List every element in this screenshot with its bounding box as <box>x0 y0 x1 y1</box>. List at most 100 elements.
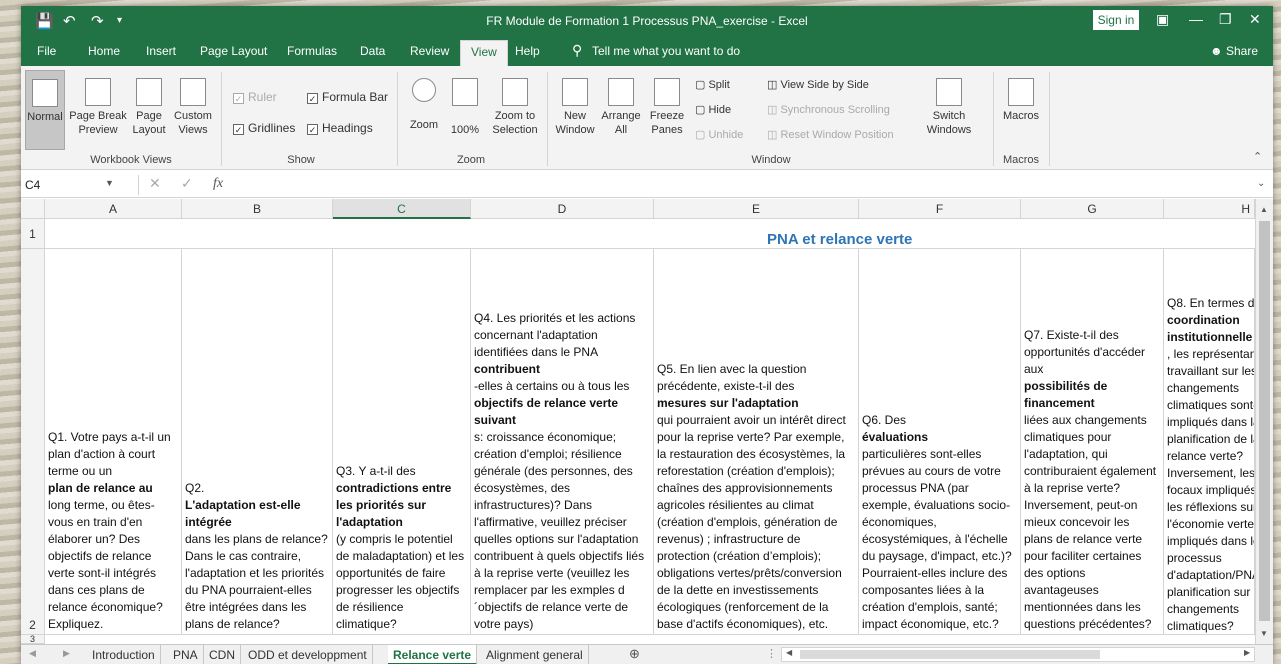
column-header-g[interactable]: G <box>1021 199 1164 219</box>
sheet-tab-relance-verte[interactable]: Relance verte <box>388 645 478 664</box>
next-sheet-icon[interactable]: ▶ <box>63 648 70 659</box>
tab-view[interactable]: View <box>460 40 508 66</box>
column-header-b[interactable]: B <box>182 199 333 219</box>
show-group-label: Show <box>287 154 315 166</box>
formula-bar-checkbox[interactable]: ✓ Formula Bar <box>307 90 388 104</box>
ruler-checkbox[interactable]: ✓ Ruler <box>233 90 277 104</box>
zoom-100-button[interactable]: 100% <box>447 78 483 137</box>
minimize-icon[interactable]: — <box>1189 11 1203 27</box>
view-side-by-side-button[interactable]: ◫ View Side by Side <box>767 78 869 91</box>
sheet-tab-pna[interactable]: PNA <box>168 645 204 664</box>
tell-me-input[interactable]: Tell me what you want to do <box>592 44 740 58</box>
cell-e2[interactable]: Q5. En lien avec la question précédente,… <box>654 249 859 635</box>
tab-page-layout[interactable]: Page Layout <box>200 44 267 58</box>
split-button[interactable]: ▢ Split <box>695 78 730 91</box>
custom-views-button[interactable]: Custom Views <box>171 78 215 137</box>
add-sheet-icon[interactable]: ⊕ <box>629 646 640 662</box>
page-layout-view-button[interactable]: Page Layout <box>129 78 169 137</box>
column-header-d[interactable]: D <box>471 199 654 219</box>
formula-input[interactable] <box>257 175 1257 195</box>
horizontal-scroll-thumb[interactable] <box>800 650 1100 659</box>
headings-checkbox[interactable]: ✓ Headings <box>307 121 373 135</box>
tab-file[interactable]: File <box>37 44 56 58</box>
cell-g2[interactable]: Q7. Existe-t-il des opportunités d'accéd… <box>1021 249 1164 635</box>
collapse-ribbon-icon[interactable]: ⌃ <box>1253 150 1262 163</box>
freeze-panes-button[interactable]: Freeze Panes <box>645 78 689 137</box>
headings-label: Headings <box>322 121 373 135</box>
column-header-a[interactable]: A <box>45 199 182 219</box>
cell-a2[interactable]: Q1. Votre pays a-t-il un plan d'action à… <box>45 249 182 635</box>
checkbox-box: ✓ <box>307 124 318 135</box>
restore-icon[interactable]: ❐ <box>1219 11 1232 28</box>
name-box[interactable]: C4 <box>21 175 139 195</box>
zoom-button[interactable]: Zoom <box>405 78 443 132</box>
normal-view-button[interactable]: Normal <box>25 70 65 150</box>
column-header-h[interactable]: H <box>1164 199 1255 219</box>
arrange-all-button[interactable]: Arrange All <box>601 78 641 137</box>
close-icon[interactable]: ✕ <box>1249 11 1261 28</box>
new-window-button[interactable]: New Window <box>553 78 597 137</box>
row-header-3[interactable]: 3 <box>21 635 45 644</box>
checkbox-box: ✓ <box>307 93 318 104</box>
enter-icon[interactable]: ✓ <box>181 175 193 192</box>
gridlines-checkbox[interactable]: ✓ Gridlines <box>233 121 295 135</box>
share-button[interactable]: ☻ Share <box>1210 44 1258 58</box>
cell-f2[interactable]: Q6. Des évaluations particulières sont-e… <box>859 249 1021 635</box>
new-window-icon <box>562 78 588 106</box>
insert-function-icon[interactable]: fx <box>213 176 223 192</box>
cell-text: particulières sont-elles prévues au cour… <box>862 447 1012 631</box>
switch-windows-button[interactable]: Switch Windows <box>921 78 977 137</box>
row-header-1[interactable]: 1 <box>21 219 45 249</box>
macros-button[interactable]: Macros <box>999 78 1043 123</box>
excel-window: 💾 ↶ ↷ ▾ FR Module de Formation 1 Process… <box>21 6 1273 664</box>
sheet-heading[interactable]: PNA et relance verte <box>767 231 912 248</box>
cell-h2[interactable]: Q8. En termes de coordination institutio… <box>1164 249 1255 635</box>
expand-formula-bar-icon[interactable]: ⌄ <box>1257 178 1265 189</box>
unhide-button[interactable]: ▢ Unhide <box>695 128 743 141</box>
cell-c2[interactable]: Q3. Y a-t-il des contradictions entre le… <box>333 249 471 635</box>
column-header-f[interactable]: F <box>859 199 1021 219</box>
ribbon-display-icon[interactable]: ▣ <box>1156 11 1169 28</box>
sign-in-button[interactable]: Sign in <box>1093 10 1139 30</box>
column-header-c[interactable]: C <box>333 199 471 219</box>
normal-label: Normal <box>27 111 63 123</box>
synchronous-scrolling-button[interactable]: ◫ Synchronous Scrolling <box>767 103 890 116</box>
scroll-right-icon[interactable]: ▶ <box>1244 648 1250 657</box>
reset-window-position-button[interactable]: ◫ Reset Window Position <box>767 128 894 141</box>
sheet-tab-alignment-general[interactable]: Alignment general <box>481 645 589 664</box>
scroll-up-icon[interactable]: ▲ <box>1260 205 1268 214</box>
tab-home[interactable]: Home <box>88 44 120 58</box>
tab-help[interactable]: Help <box>515 44 540 58</box>
zoom-100-label: 100% <box>450 124 480 136</box>
sheet-tab-odd[interactable]: ODD et developpment <box>243 645 373 664</box>
cell-text: liées aux changements climatiques pour l… <box>1024 413 1157 631</box>
select-all-corner[interactable] <box>21 199 45 219</box>
ribbon-tabs: File Home Insert Page Layout Formulas Da… <box>21 36 1273 66</box>
switch-windows-label: Switch Windows <box>926 110 972 136</box>
scroll-left-icon[interactable]: ◀ <box>786 648 792 657</box>
column-header-e[interactable]: E <box>654 199 859 219</box>
cell-text: -elles à certains ou à tous les <box>474 379 630 393</box>
row-header-2[interactable]: 2 <box>21 249 45 635</box>
name-box-dropdown-icon[interactable]: ▼ <box>105 178 114 188</box>
tab-insert[interactable]: Insert <box>146 44 176 58</box>
tab-formulas[interactable]: Formulas <box>287 44 337 58</box>
page-break-preview-button[interactable]: Page Break Preview <box>69 78 127 137</box>
sheet-tab-cdn[interactable]: CDN <box>204 645 241 664</box>
scroll-down-icon[interactable]: ▼ <box>1260 629 1268 638</box>
cell-b2[interactable]: Q2. L'adaptation est-elle intégrée dans … <box>182 249 333 635</box>
sheet-tab-introduction[interactable]: Introduction <box>87 645 161 664</box>
vertical-scrollbar[interactable]: ▲ ▼ <box>1255 199 1273 644</box>
cancel-icon[interactable]: ✕ <box>149 175 161 192</box>
previous-sheet-icon[interactable]: ◀ <box>29 648 36 659</box>
zoom-selection-button[interactable]: Zoom to Selection <box>489 78 541 137</box>
cell-text: Q4. Les priorités et les actions concern… <box>474 311 636 359</box>
horizontal-scrollbar[interactable]: ◀ ▶ <box>781 647 1255 662</box>
cell-d2[interactable]: Q4. Les priorités et les actions concern… <box>471 249 654 635</box>
scroll-thumb[interactable] <box>1259 221 1270 621</box>
tab-data[interactable]: Data <box>360 44 385 58</box>
tab-split-handle-icon[interactable]: ⋮ <box>766 647 777 660</box>
tab-review[interactable]: Review <box>410 44 449 58</box>
group-separator <box>397 72 398 166</box>
hide-button[interactable]: ▢ Hide <box>695 103 731 116</box>
